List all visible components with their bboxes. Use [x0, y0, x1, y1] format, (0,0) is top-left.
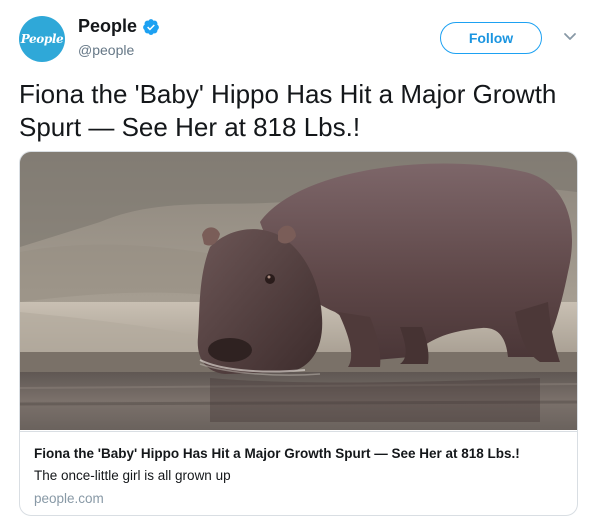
handle[interactable]: @people — [78, 42, 134, 58]
tweet-header: People People @people Follow — [0, 0, 604, 80]
chevron-down-icon[interactable] — [563, 32, 577, 42]
name-row: People — [78, 16, 160, 37]
display-name[interactable]: People — [78, 16, 137, 37]
avatar[interactable]: People — [19, 16, 65, 62]
card-title[interactable]: Fiona the 'Baby' Hippo Has Hit a Major G… — [34, 446, 564, 461]
avatar-logo-text: People — [20, 32, 64, 46]
follow-button[interactable]: Follow — [440, 22, 542, 54]
card-description: The once-little girl is all grown up — [34, 468, 231, 483]
tweet-text: Fiona the 'Baby' Hippo Has Hit a Major G… — [19, 79, 557, 142]
card-domain[interactable]: people.com — [34, 491, 104, 506]
card-body[interactable]: Fiona the 'Baby' Hippo Has Hit a Major G… — [20, 431, 577, 515]
link-card[interactable]: Fiona the 'Baby' Hippo Has Hit a Major G… — [19, 151, 578, 516]
verified-badge-icon — [143, 18, 159, 35]
card-image[interactable] — [20, 152, 577, 430]
